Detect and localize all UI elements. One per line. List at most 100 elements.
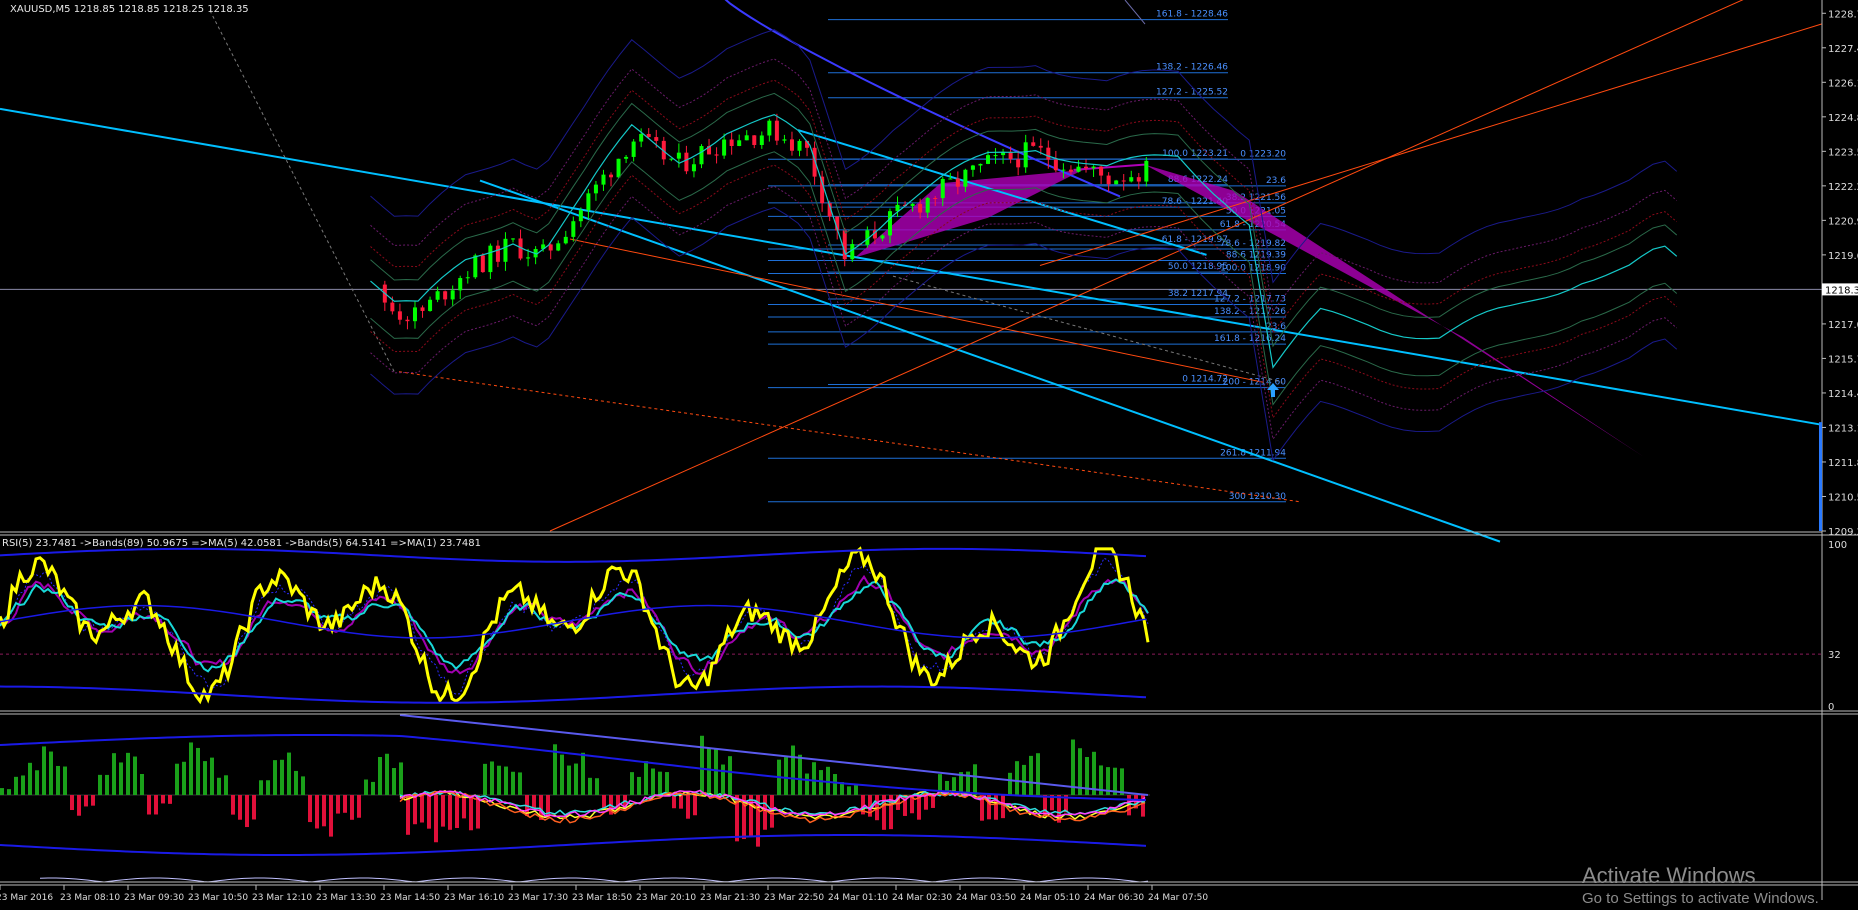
osc-histogram-bar	[140, 773, 144, 795]
osc-histogram-bar	[595, 778, 599, 795]
candle-body	[699, 146, 704, 165]
osc-histogram-bar	[546, 795, 550, 818]
osc-histogram-bar	[441, 795, 445, 827]
candle-body	[1106, 175, 1111, 185]
candle-body	[624, 156, 629, 159]
x-tick-label: 24 Mar 05:10	[1020, 893, 1080, 903]
osc-histogram-bar	[287, 752, 291, 795]
y-tick-label: 1210.5	[1828, 492, 1858, 503]
osc-histogram-bar	[168, 795, 172, 804]
candle-body	[397, 311, 402, 320]
osc-histogram-bar	[385, 753, 389, 795]
osc-histogram-bar	[637, 776, 641, 795]
candle-body	[593, 184, 598, 194]
candle-body	[428, 299, 433, 311]
y-tick-label: 1220.9	[1828, 216, 1858, 227]
osc-histogram-bar	[749, 795, 753, 837]
osc-histogram-bar	[511, 771, 515, 795]
candle-body	[1061, 169, 1066, 171]
osc-histogram-bar	[266, 780, 270, 795]
y-tick-label: 1222.2	[1828, 182, 1858, 193]
fib-right-label: 200 - 1214.60	[1223, 378, 1287, 388]
x-tick-label: 24 Mar 01:10	[828, 893, 888, 903]
candle-body	[1031, 142, 1036, 146]
osc-histogram-bar	[294, 770, 298, 795]
candle-body	[654, 137, 659, 141]
osc-histogram-bar	[315, 795, 319, 829]
trading-chart[interactable]: 161.8 - 1228.46 138.2 - 1226.46 127.2 - 12…	[0, 0, 1858, 910]
candle-body	[1091, 166, 1096, 169]
osc-histogram-bar	[686, 795, 690, 819]
osc-histogram-bar	[504, 766, 508, 795]
osc-histogram-bar	[196, 747, 200, 795]
osc-histogram-bar	[217, 777, 221, 795]
x-tick-label: 24 Mar 03:50	[956, 893, 1016, 903]
candle-body	[1121, 180, 1126, 182]
fib-left-label: 127.2 - 1225.52	[1156, 88, 1228, 98]
osc-histogram-bar	[462, 795, 466, 819]
rsi-y-tick-label: 100	[1828, 540, 1847, 551]
rsi-y-tick-label: 0	[1828, 702, 1834, 713]
osc-histogram-bar	[49, 751, 53, 795]
candle-body	[601, 174, 606, 185]
candle-body	[993, 155, 998, 157]
osc-histogram-bar	[630, 772, 634, 795]
candle-body	[737, 140, 742, 146]
y-tick-label: 1227.4	[1828, 44, 1858, 55]
candle-body	[563, 236, 568, 244]
osc-histogram-bar	[693, 795, 697, 816]
osc-histogram-bar	[644, 761, 648, 795]
candle-body	[488, 245, 493, 273]
osc-histogram-bar	[588, 777, 592, 795]
candle-body	[1046, 147, 1051, 160]
osc-histogram-bar	[651, 768, 655, 795]
candle-body	[1129, 177, 1134, 182]
osc-histogram-bar	[1029, 755, 1033, 795]
osc-histogram-bar	[490, 761, 494, 795]
candle-body	[480, 255, 485, 273]
osc-histogram-bar	[847, 786, 851, 795]
candle-body	[782, 139, 787, 141]
osc-histogram-bar	[560, 754, 564, 795]
x-tick-label: 23 Mar 20:10	[636, 893, 696, 903]
candle-body	[925, 197, 930, 213]
candle-body	[405, 319, 410, 322]
osc-histogram-bar	[322, 795, 326, 827]
osc-histogram-bar	[119, 762, 123, 795]
x-tick-label: 23 Mar 2016	[0, 893, 53, 903]
candle-body	[676, 152, 681, 159]
osc-histogram-bar	[819, 770, 823, 795]
candle-body	[503, 238, 508, 262]
candle-body	[691, 164, 696, 172]
candle-body	[571, 221, 576, 237]
candle-body	[722, 139, 727, 156]
x-tick-label: 24 Mar 02:30	[892, 893, 952, 903]
candle-body	[850, 244, 855, 260]
osc-histogram-bar	[812, 762, 816, 795]
candle-body	[880, 235, 885, 239]
osc-histogram-bar	[448, 795, 452, 830]
x-tick-label: 23 Mar 08:10	[60, 893, 120, 903]
fib-left-label: 0 1214.72	[1182, 374, 1228, 384]
osc-histogram-bar	[672, 795, 676, 809]
candle-body	[631, 141, 636, 157]
osc-histogram-bar	[1008, 772, 1012, 795]
y-tick-label: 1211.8	[1828, 458, 1858, 469]
y-tick-label: 1228.7	[1828, 9, 1858, 20]
osc-histogram-bar	[56, 765, 60, 795]
osc-histogram-bar	[665, 772, 669, 795]
candle-body	[767, 120, 772, 136]
fib-right-label: 88.6 1219.39	[1226, 250, 1286, 260]
x-tick-label: 23 Mar 14:50	[380, 893, 440, 903]
y-tick-label: 1213.1	[1828, 423, 1858, 434]
candle-body	[910, 203, 915, 207]
candle-body	[714, 154, 719, 156]
price-range-bar	[1819, 422, 1822, 531]
osc-histogram-bar	[364, 779, 368, 795]
osc-histogram-bar	[413, 795, 417, 825]
y-tick-label: 1223.5	[1828, 147, 1858, 158]
x-tick-label: 23 Mar 12:10	[252, 893, 312, 903]
osc-histogram-bar	[182, 761, 186, 795]
osc-histogram-bar	[175, 763, 179, 795]
x-tick-label: 23 Mar 17:30	[508, 893, 568, 903]
